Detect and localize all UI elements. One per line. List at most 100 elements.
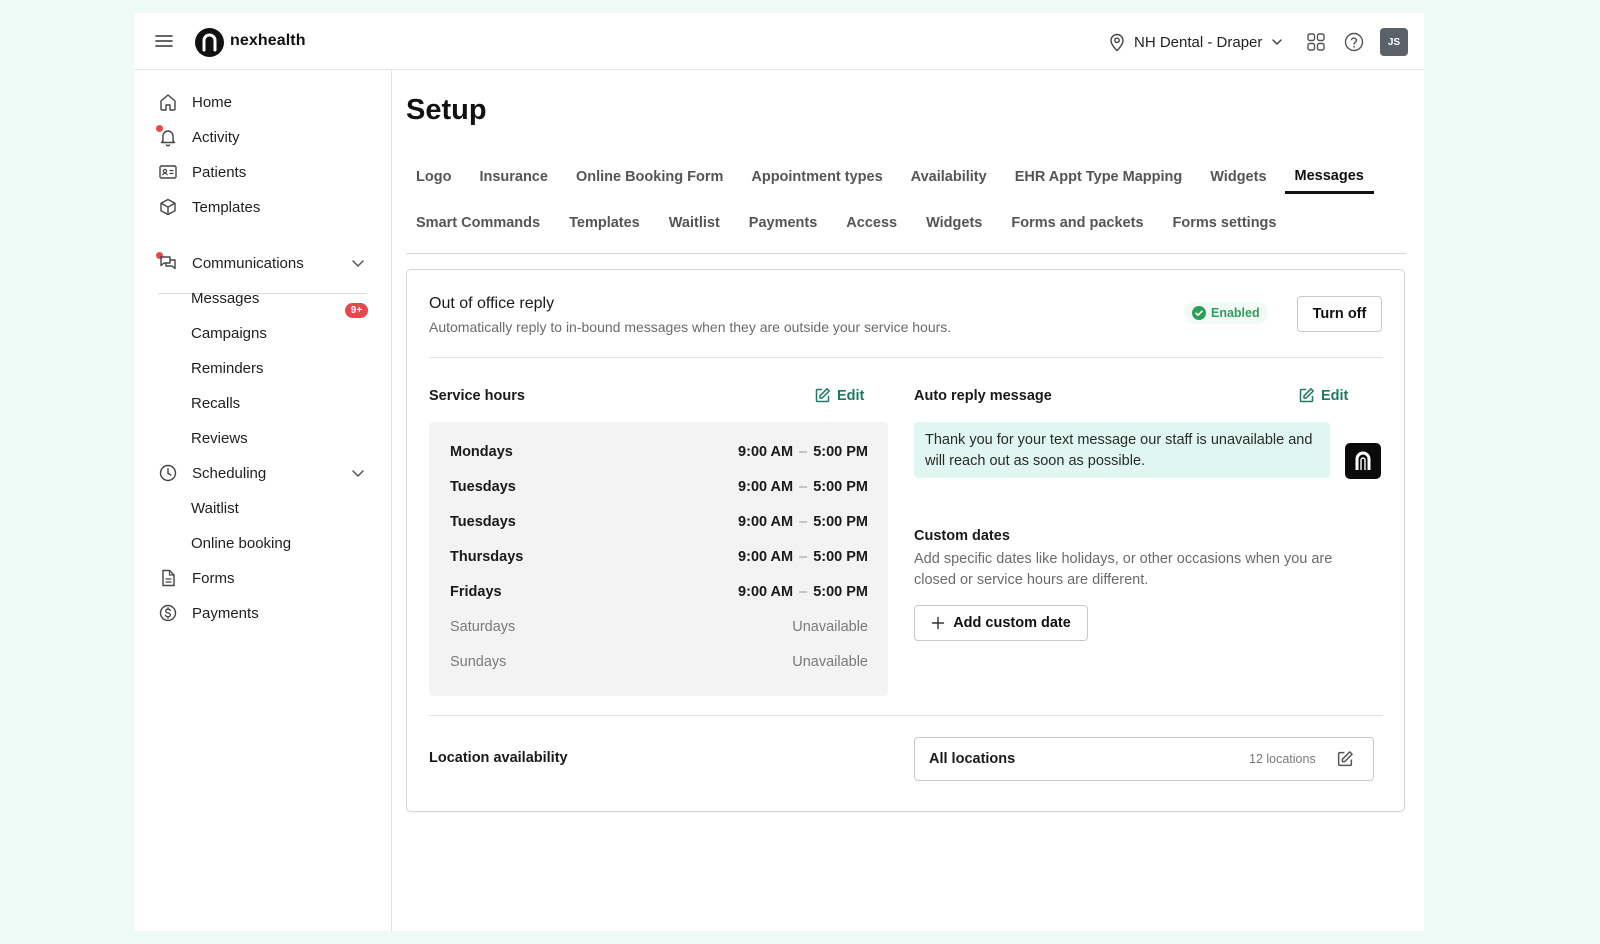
tab-online-booking-form[interactable]: Online Booking Form [566,160,733,194]
page-title: Setup [406,94,487,126]
main-content: Setup Logo Insurance Online Booking Form… [393,70,1424,931]
status-badge: Enabled [1184,302,1268,324]
sidebar-item-activity[interactable]: Activity [158,123,240,151]
sidebar-item-payments[interactable]: Payments [158,599,259,627]
document-icon [162,569,175,587]
location-availability-field[interactable]: All locations 12 locations [914,737,1374,781]
sidebar-item-campaigns[interactable]: Campaigns [191,319,267,347]
tab-widgets[interactable]: Widgets [1200,160,1276,194]
sidebar-item-templates[interactable]: Templates [158,193,260,221]
dollar-circle-icon [159,604,177,622]
open-time: 9:00 AM [738,479,794,495]
open-time: 9:00 AM [738,549,794,565]
auto-reply-message-bubble: Thank you for your text message our staf… [914,422,1330,478]
sidebar-item-label: Forms [192,569,235,587]
location-availability-title: Location availability [429,750,568,766]
edit-label: Edit [1321,387,1349,404]
top-bar: nexhealth NH Dental - Draper JS [134,13,1424,70]
sidebar-item-reminders[interactable]: Reminders [191,354,264,382]
sidebar-item-recalls[interactable]: Recalls [191,389,240,417]
tab-messages[interactable]: Messages [1284,160,1374,194]
sidebar-item-label: Communications [192,254,304,272]
sidebar-item-communications[interactable]: Communications [158,249,304,277]
time-separator: – [799,514,808,530]
home-icon [160,94,176,111]
tabs-divider [406,253,1406,254]
sidebar: Home Activity Patients Templates Communi… [134,70,392,931]
location-value: All locations [929,751,1016,767]
hamburger-menu-icon[interactable] [154,31,174,51]
time-range: 9:00 AM –5:00 PM [738,479,868,495]
auto-reply-title: Auto reply message [914,388,1052,404]
id-card-icon [159,165,177,179]
chevron-down-icon[interactable] [350,255,366,271]
time-separator: – [799,549,808,565]
unavailable-label: Unavailable [792,654,868,670]
sidebar-item-reviews[interactable]: Reviews [191,424,248,452]
turn-off-button[interactable]: Turn off [1297,296,1382,332]
sidebar-item-label: Messages [191,289,260,307]
location-name: NH Dental - Draper [1134,33,1263,51]
sidebar-item-messages[interactable]: Messages [191,284,259,312]
time-range: 9:00 AM –5:00 PM [738,584,868,600]
plus-icon [931,616,945,630]
location-selector[interactable]: NH Dental - Draper [1108,30,1284,54]
sidebar-divider [158,293,367,294]
table-row: Tuesdays 9:00 AM –5:00 PM [450,514,868,534]
chevron-down-icon[interactable] [350,465,366,481]
edit-auto-reply-button[interactable]: Edit [1298,387,1348,404]
ooo-subtitle: Automatically reply to in-bound messages… [429,319,952,335]
tab-waitlist[interactable]: Waitlist [659,206,730,240]
tab-forms-and-packets[interactable]: Forms and packets [1001,206,1153,240]
nexhealth-logo-icon[interactable] [195,28,224,57]
sidebar-item-label: Home [192,93,233,111]
status-label: Enabled [1211,306,1260,320]
sidebar-item-scheduling[interactable]: Scheduling [158,459,266,487]
tab-insurance[interactable]: Insurance [469,160,558,194]
tab-logo[interactable]: Logo [406,160,461,194]
tab-payments[interactable]: Payments [739,206,828,240]
user-avatar[interactable]: JS [1380,28,1408,56]
tab-access[interactable]: Access [836,206,907,240]
close-time: 5:00 PM [813,514,868,530]
sidebar-item-label: Activity [192,128,240,146]
tab-smart-commands[interactable]: Smart Commands [406,206,550,240]
sidebar-item-label: Online booking [191,534,292,552]
tab-ehr-appt-type-mapping[interactable]: EHR Appt Type Mapping [1005,160,1193,194]
unavailable-label: Unavailable [792,619,868,635]
tab-appointment-types[interactable]: Appointment types [741,160,892,194]
edit-service-hours-button[interactable]: Edit [814,387,864,404]
custom-dates-title: Custom dates [914,528,1010,544]
sidebar-item-forms[interactable]: Forms [158,564,235,592]
sidebar-item-label: Scheduling [192,464,267,482]
close-time: 5:00 PM [813,584,868,600]
sidebar-item-online-booking[interactable]: Online booking [191,529,291,557]
help-icon[interactable] [1342,30,1366,54]
day-label: Mondays [450,444,513,460]
sidebar-item-home[interactable]: Home [158,88,232,116]
sidebar-item-waitlist[interactable]: Waitlist [191,494,239,522]
close-time: 5:00 PM [813,479,868,495]
tab-widgets-secondary[interactable]: Widgets [916,206,992,240]
add-custom-date-button[interactable]: Add custom date [914,605,1088,641]
day-label: Fridays [450,584,502,600]
sidebar-item-label: Campaigns [191,324,267,342]
check-circle-icon [1192,306,1206,320]
tabs-row-secondary: Smart Commands Templates Waitlist Paymen… [406,206,1286,240]
sidebar-item-patients[interactable]: Patients [158,158,246,186]
out-of-office-card: Out of office reply Automatically reply … [406,269,1405,812]
tab-availability[interactable]: Availability [901,160,997,194]
edit-icon[interactable] [1336,750,1354,768]
day-label: Saturdays [450,619,516,635]
clock-icon [159,464,177,482]
sidebar-item-label: Recalls [191,394,241,412]
day-label: Tuesdays [450,479,516,495]
box-icon [160,198,176,216]
tab-templates[interactable]: Templates [559,206,650,240]
day-label: Tuesdays [450,514,516,530]
time-separator: – [799,444,808,460]
table-row: Thursdays 9:00 AM –5:00 PM [450,549,868,569]
table-row: Mondays 9:00 AM –5:00 PM [450,444,868,464]
apps-grid-icon[interactable] [1304,30,1328,54]
tab-forms-settings[interactable]: Forms settings [1163,206,1287,240]
